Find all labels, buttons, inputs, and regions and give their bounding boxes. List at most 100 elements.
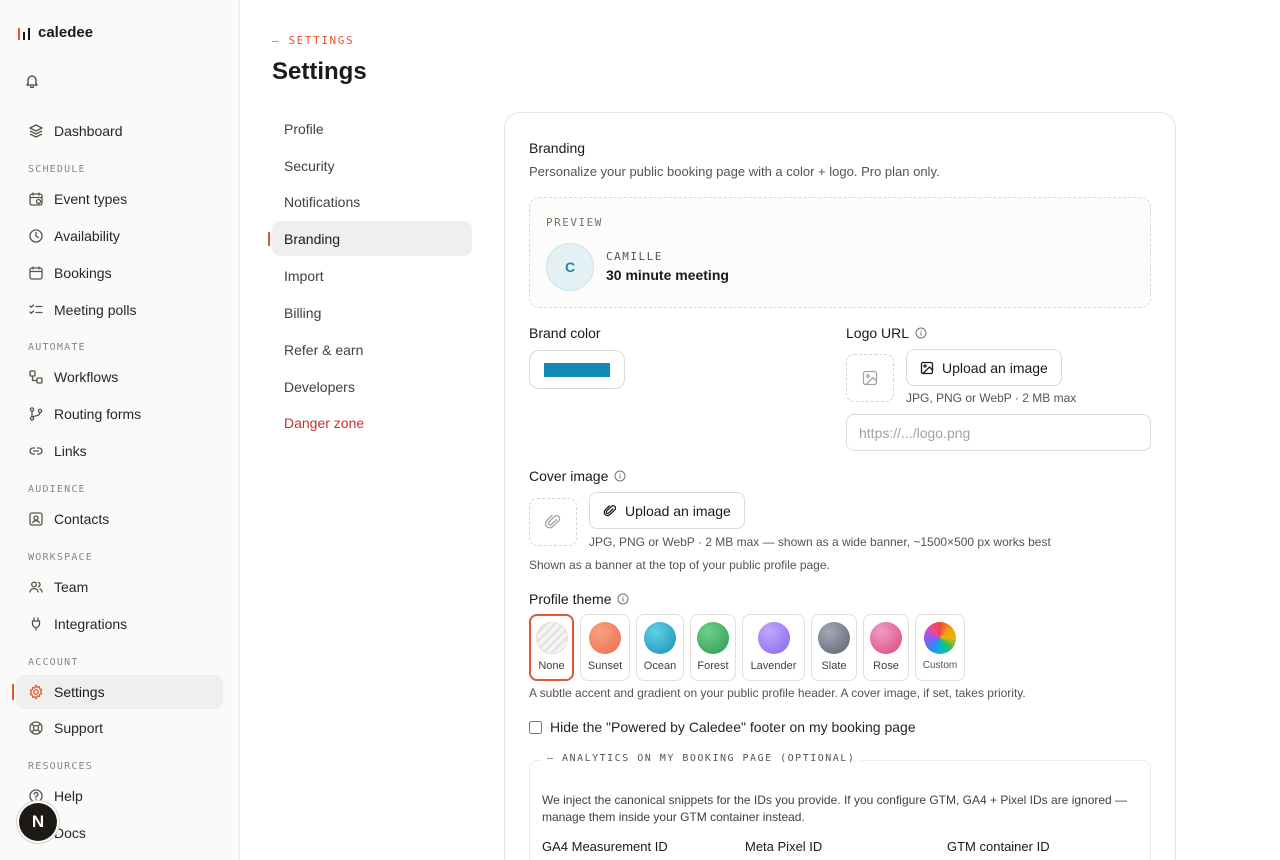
list-check-icon xyxy=(29,304,43,315)
sidebar-item-label: Dashboard xyxy=(54,123,123,139)
theme-option-rose[interactable]: Rose xyxy=(863,614,909,681)
cover-image-label-text: Cover image xyxy=(529,468,609,484)
preview-label: PREVIEW xyxy=(546,216,603,229)
page-title: Settings xyxy=(272,58,367,85)
ga4-label: GA4 Measurement ID xyxy=(542,839,668,854)
logo-upload-button[interactable]: Upload an image xyxy=(906,349,1062,386)
cover-image-label: Cover image xyxy=(529,468,626,484)
settings-nav-security[interactable]: Security xyxy=(272,148,472,183)
image-off-icon xyxy=(862,370,878,386)
sidebar-item-label: Integrations xyxy=(54,616,128,632)
paperclip-icon xyxy=(544,514,561,529)
cover-upload-button[interactable]: Upload an image xyxy=(589,492,745,529)
brand-color-swatch xyxy=(544,362,610,377)
logo-url-input[interactable] xyxy=(846,414,1151,451)
sidebar-item-label: Settings xyxy=(54,684,105,700)
sidebar-item-label: Event types xyxy=(54,191,128,207)
brand-color-label-text: Brand color xyxy=(529,325,601,341)
paperclip-icon xyxy=(603,504,617,516)
info-icon[interactable] xyxy=(915,327,927,339)
gtm-label: GTM container ID xyxy=(947,839,1050,854)
sidebar-item-contacts[interactable]: Contacts xyxy=(16,502,223,536)
gear-icon xyxy=(29,684,43,700)
bell-icon[interactable] xyxy=(24,73,40,89)
theme-option-slate[interactable]: Slate xyxy=(811,614,857,681)
sidebar-item-label: Bookings xyxy=(54,265,112,281)
theme-swatch-slate xyxy=(818,622,850,654)
sidebar-item-label: Help xyxy=(54,788,83,804)
hide-footer-checkbox[interactable] xyxy=(529,720,542,734)
hide-footer-row[interactable]: Hide the "Powered by Caledee" footer on … xyxy=(529,719,916,735)
app-logo[interactable]: caledee xyxy=(18,24,93,41)
settings-nav-notifications[interactable]: Notifications xyxy=(272,184,472,219)
sidebar-item-support[interactable]: Support xyxy=(16,711,223,745)
theme-swatch-lavender xyxy=(757,622,790,654)
profile-theme-label: Profile theme xyxy=(529,591,629,607)
section-label-resources: RESOURCES xyxy=(28,761,93,772)
sidebar-item-settings[interactable]: Settings xyxy=(12,675,223,709)
sidebar-item-label: Contacts xyxy=(54,511,110,527)
sidebar-item-links[interactable]: Links xyxy=(16,434,223,468)
sidebar-item-label: Routing forms xyxy=(54,406,142,422)
settings-nav-import[interactable]: Import xyxy=(272,258,472,293)
logo-preview xyxy=(846,354,894,402)
theme-option-lavender[interactable]: Lavender xyxy=(742,614,805,681)
brand-color-label: Brand color xyxy=(529,325,601,341)
lifebuoy-icon xyxy=(29,721,43,735)
preview-host-name: CAMILLE xyxy=(606,250,663,263)
theme-name: Forest xyxy=(697,660,729,672)
sidebar-item-meeting-polls[interactable]: Meeting polls xyxy=(16,293,223,327)
sidebar-item-availability[interactable]: Availability xyxy=(16,219,223,253)
theme-option-sunset[interactable]: Sunset xyxy=(580,614,630,681)
layers-icon xyxy=(29,124,43,138)
meta-pixel-label: Meta Pixel ID xyxy=(745,839,823,854)
preview-meeting-title: 30 minute meeting xyxy=(606,267,729,283)
settings-nav-danger-zone[interactable]: Danger zone xyxy=(272,405,472,440)
logo-mark-icon xyxy=(18,26,30,40)
logo-url-label: Logo URL xyxy=(846,325,927,341)
theme-swatch-none xyxy=(535,622,568,654)
calendar-icon xyxy=(29,266,43,280)
settings-nav-billing[interactable]: Billing xyxy=(272,295,472,330)
contact-card-icon xyxy=(29,512,43,526)
theme-name: Ocean xyxy=(643,660,677,672)
theme-name: None xyxy=(538,660,565,672)
theme-option-custom[interactable]: Custom xyxy=(915,614,965,681)
settings-nav-refer[interactable]: Refer & earn xyxy=(272,332,472,367)
settings-nav-branding[interactable]: Branding xyxy=(268,221,472,256)
dev-tools-button[interactable]: N xyxy=(19,803,57,841)
breadcrumb: — SETTINGS xyxy=(272,34,355,47)
sidebar-item-team[interactable]: Team xyxy=(16,570,223,604)
theme-name: Slate xyxy=(821,660,847,672)
sidebar-item-label: Docs xyxy=(54,825,86,841)
theme-option-forest[interactable]: Forest xyxy=(690,614,736,681)
sidebar-item-event-types[interactable]: Event types xyxy=(16,182,223,216)
upload-label: Upload an image xyxy=(625,502,731,519)
calendar-clock-icon xyxy=(29,192,43,206)
theme-swatch-ocean xyxy=(644,622,676,654)
theme-name: Custom xyxy=(922,660,958,671)
help-circle-icon xyxy=(29,789,43,803)
clock-icon xyxy=(29,229,43,243)
sidebar-item-workflows[interactable]: Workflows xyxy=(16,360,223,394)
section-title: Branding xyxy=(529,140,586,156)
sidebar-item-bookings[interactable]: Bookings xyxy=(16,256,223,290)
section-label-account: ACCOUNT xyxy=(28,657,79,668)
info-icon[interactable] xyxy=(617,593,629,605)
theme-option-ocean[interactable]: Ocean xyxy=(636,614,684,681)
settings-nav-developers[interactable]: Developers xyxy=(272,369,472,404)
image-plus-icon xyxy=(920,361,934,374)
theme-name: Rose xyxy=(873,660,899,672)
theme-swatch-forest xyxy=(697,622,729,654)
info-icon[interactable] xyxy=(614,470,626,482)
sidebar-item-dashboard[interactable]: Dashboard xyxy=(16,114,223,148)
settings-nav-profile[interactable]: Profile xyxy=(272,111,472,146)
sidebar-item-integrations[interactable]: Integrations xyxy=(16,607,223,641)
theme-option-none[interactable]: None xyxy=(529,614,574,681)
sidebar-item-routing-forms[interactable]: Routing forms xyxy=(16,397,223,431)
brand-color-picker[interactable] xyxy=(529,350,625,389)
cover-hint: JPG, PNG or WebP · 2 MB max — shown as a… xyxy=(589,535,1051,549)
sidebar-item-label: Links xyxy=(54,443,87,459)
app-name: caledee xyxy=(38,24,94,41)
analytics-description: We inject the canonical snippets for the… xyxy=(542,793,1128,824)
